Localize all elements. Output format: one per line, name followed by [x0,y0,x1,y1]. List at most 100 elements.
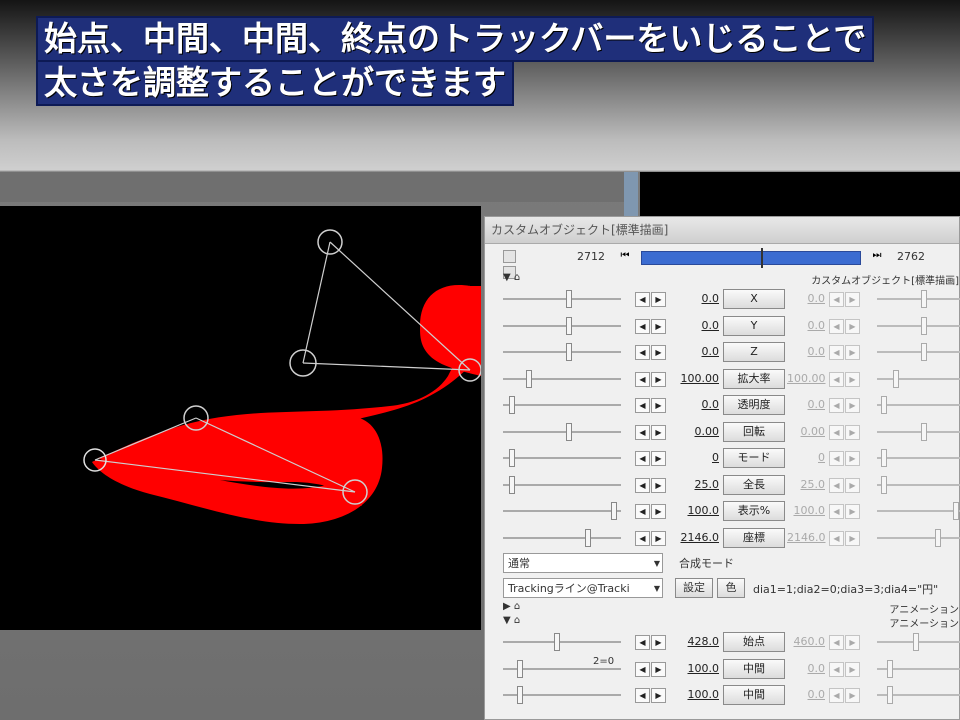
step-left-icon[interactable]: ◀ [635,530,650,546]
slider-knob[interactable] [526,369,532,388]
step-right-icon[interactable]: ▶ [651,688,666,703]
step-right-icon[interactable]: ▶ [845,292,860,307]
step-left-icon[interactable]: ◀ [635,398,650,413]
slider-knob[interactable] [893,369,899,388]
param-end-value[interactable]: 0.0 [787,345,826,358]
step-left-icon[interactable]: ◀ [829,530,844,546]
step-right-icon[interactable]: ▶ [845,688,860,703]
slider-knob[interactable] [585,528,591,547]
param-button[interactable]: 拡大率 [723,368,785,389]
step-right-icon[interactable]: ▶ [845,477,860,493]
step-left-icon[interactable]: ◀ [829,451,844,466]
param-end-stepper[interactable]: ◀ ▶ [829,424,861,440]
param-slider[interactable] [503,475,621,494]
param-stepper[interactable]: ◀ ▶ [635,318,667,334]
step-right-icon[interactable]: ▶ [651,661,666,677]
slider-knob[interactable] [566,290,572,308]
blend-mode-select[interactable]: 通常 ▼ [503,553,663,573]
step-left-icon[interactable]: ◀ [635,292,650,307]
param-value[interactable]: 100.0 [673,504,720,517]
slider-knob[interactable] [566,422,572,441]
step-left-icon[interactable]: ◀ [829,292,844,307]
step-left-icon[interactable]: ◀ [635,451,650,466]
slider-knob[interactable] [517,659,523,678]
slider-knob[interactable] [913,633,919,651]
step-left-icon[interactable]: ◀ [829,635,844,650]
param-end-value[interactable]: 100.00 [787,372,826,385]
param-stepper[interactable]: ◀ ▶ [635,371,667,387]
video-preview[interactable] [0,206,481,630]
step-right-icon[interactable]: ▶ [651,424,666,440]
step-right-icon[interactable]: ▶ [845,661,860,677]
param-end-value[interactable]: 100.0 [787,504,826,517]
param-button[interactable]: 表示% [723,501,785,521]
step-left-icon[interactable]: ◀ [829,318,844,334]
step-right-icon[interactable]: ▶ [651,477,666,493]
param-value[interactable]: 0.0 [673,319,720,332]
step-left-icon[interactable]: ◀ [829,424,844,440]
param-value[interactable]: 0 [673,451,719,464]
step-left-icon[interactable]: ◀ [829,477,844,493]
param-end-slider[interactable] [877,449,960,467]
param-slider[interactable] [503,290,621,308]
slider-knob[interactable] [566,316,572,335]
step-right-icon[interactable]: ▶ [845,451,860,466]
step-left-icon[interactable]: ◀ [635,345,650,360]
step-left-icon[interactable]: ◀ [635,635,650,650]
param-stepper[interactable]: ◀ ▶ [635,688,667,703]
collapse-arrow-icon[interactable]: ▶ ⌂ [503,601,520,612]
param-slider[interactable] [503,343,621,361]
toggle-icon[interactable] [503,250,516,263]
param-button[interactable]: 回転 [723,421,785,442]
param-end-value[interactable]: 0.0 [787,688,826,701]
param-value[interactable]: 100.0 [673,662,720,675]
step-right-icon[interactable]: ▶ [651,398,666,413]
step-right-icon[interactable]: ▶ [845,530,860,546]
slider-knob[interactable] [566,343,572,361]
param-end-stepper[interactable]: ◀ ▶ [829,451,861,466]
slider-knob[interactable] [881,475,887,494]
param-stepper[interactable]: ◀ ▶ [635,477,667,493]
param-end-value[interactable]: 25.0 [787,478,826,491]
step-right-icon[interactable]: ▶ [651,504,666,519]
slider-knob[interactable] [921,290,927,308]
param-slider[interactable] [503,316,621,335]
param-end-stepper[interactable]: ◀ ▶ [829,688,861,703]
param-button[interactable]: X [723,289,785,309]
timeline-thumb[interactable] [761,248,763,268]
expand-arrow-icon[interactable]: ▼ ⌂ [503,272,520,283]
step-left-icon[interactable]: ◀ [829,371,844,387]
step-right-icon[interactable]: ▶ [651,530,666,546]
step-left-icon[interactable]: ◀ [829,345,844,360]
param-slider[interactable] [503,396,621,414]
param-end-slider[interactable] [877,659,960,678]
param-value[interactable]: 100.0 [673,688,720,701]
param-end-stepper[interactable]: ◀ ▶ [829,345,861,360]
param-end-slider[interactable] [877,290,960,308]
step-right-icon[interactable]: ▶ [651,371,666,387]
slider-knob[interactable] [509,475,515,494]
rewind-icon[interactable]: ⏮ [617,249,633,263]
color-button[interactable]: 色 [717,578,745,598]
step-right-icon[interactable]: ▶ [845,371,860,387]
param-end-value[interactable]: 2146.0 [787,531,826,544]
param-stepper[interactable]: ◀ ▶ [635,661,667,677]
param-end-slider[interactable] [877,502,960,520]
param-button[interactable]: Y [723,315,785,336]
param-slider[interactable] [503,528,621,547]
param-end-slider[interactable] [877,316,960,335]
param-end-stepper[interactable]: ◀ ▶ [829,530,861,546]
param-end-value[interactable]: 0.0 [787,398,826,411]
param-button[interactable]: 中間 [723,685,785,705]
step-right-icon[interactable]: ▶ [845,318,860,334]
param-end-value[interactable]: 0.00 [787,425,826,438]
param-slider[interactable] [503,422,621,441]
param-end-stepper[interactable]: ◀ ▶ [829,635,861,650]
param-end-stepper[interactable]: ◀ ▶ [829,477,861,493]
param-end-slider[interactable] [877,343,960,361]
param-value[interactable]: 0.0 [673,345,720,358]
param-stepper[interactable]: ◀ ▶ [635,635,667,650]
param-end-value[interactable]: 0.0 [787,662,826,675]
step-left-icon[interactable]: ◀ [635,371,650,387]
param-stepper[interactable]: ◀ ▶ [635,504,667,519]
